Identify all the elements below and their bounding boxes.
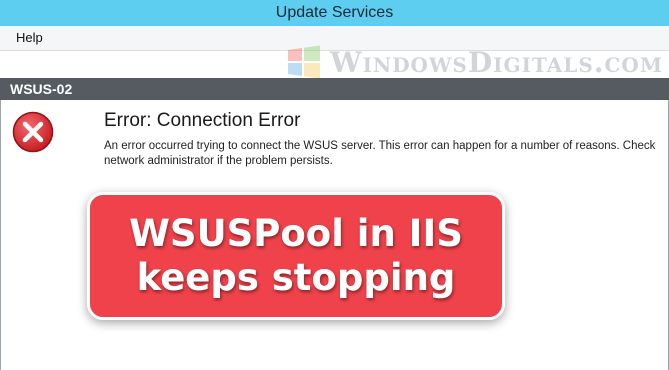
error-x-icon	[12, 111, 54, 153]
error-message: An error occurred trying to connect the …	[104, 139, 664, 169]
watermark-text: WindowsDigitals.com	[330, 45, 663, 79]
server-name: WSUS-02	[10, 81, 73, 97]
windows-logo-icon	[288, 45, 321, 79]
title-bar: Update Services	[0, 0, 669, 26]
menu-item-help[interactable]: Help	[16, 30, 43, 45]
error-message-line-2: network administrator if the problem per…	[104, 155, 333, 167]
node-header: WSUS-02	[0, 78, 669, 100]
banner-line-2: keeps stopping	[136, 256, 456, 299]
watermark: WindowsDigitals.com	[286, 44, 663, 80]
headline-banner: WSUSPool in IIS keeps stopping	[87, 192, 505, 320]
banner-line-1: WSUSPool in IIS	[129, 212, 463, 255]
error-title: Error: Connection Error	[104, 110, 301, 131]
window-title: Update Services	[275, 4, 394, 21]
error-message-line-1: An error occurred trying to connect the …	[104, 140, 656, 152]
